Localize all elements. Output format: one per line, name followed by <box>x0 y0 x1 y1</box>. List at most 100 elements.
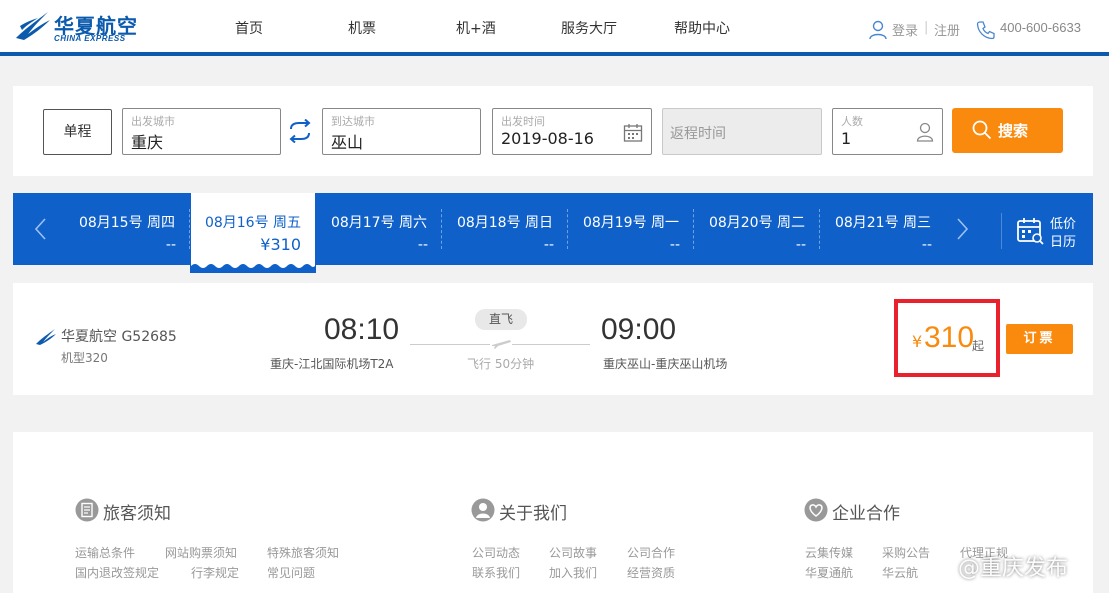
date-option-label: 08月20号 周二 <box>708 215 806 231</box>
footer-link[interactable]: 华夏通航 <box>805 564 853 581</box>
nav-service-hall[interactable]: 服务大厅 <box>561 18 617 38</box>
arrive-airport: 重庆巫山-重庆巫山机场 <box>603 357 728 371</box>
footer-link[interactable]: 加入我们 <box>549 564 597 581</box>
footer-link[interactable]: 公司合作 <box>627 544 675 561</box>
date-option-price: -- <box>921 237 932 253</box>
date-selector-strip: 08月15号 周四 -- 08月16号 周五 ¥310 08月17号 周六 --… <box>13 193 1093 273</box>
return-date-field[interactable]: 返程时间 <box>662 108 822 155</box>
price-highlight-box: ¥ 310 起 <box>894 299 1000 377</box>
date-option-label: 08月17号 周六 <box>330 215 428 231</box>
price-suffix: 起 <box>972 339 985 353</box>
depart-city-field[interactable]: 出发城市 重庆 <box>122 108 281 155</box>
nav-flight-hotel[interactable]: 机+酒 <box>456 18 496 38</box>
phone-icon <box>976 21 995 40</box>
arrive-time: 09:00 <box>601 313 677 346</box>
date-option-label: 08月18号 周日 <box>456 215 554 231</box>
footer-link[interactable]: 联系我们 <box>472 564 520 581</box>
footer-link[interactable]: 网站购票须知 <box>165 544 237 561</box>
depart-date-value: 2019-08-16 <box>501 129 594 148</box>
date-option-price: ¥310 <box>260 235 301 254</box>
footer-link[interactable]: 公司故事 <box>549 544 597 561</box>
passenger-count-field[interactable]: 人数 1 <box>832 108 943 155</box>
airline-flight-number: 华夏航空 G52685 <box>61 329 177 345</box>
date-option[interactable]: 08月17号 周六 -- <box>316 193 442 265</box>
date-option-label: 08月19号 周一 <box>582 215 680 231</box>
date-option-label: 08月15号 周四 <box>78 215 176 231</box>
date-option-label: 08月16号 周五 <box>204 215 302 231</box>
low-price-calendar-label-1: 低价 <box>1050 217 1077 232</box>
plane-icon <box>490 336 512 350</box>
passenger-count-label: 人数 <box>841 115 863 128</box>
date-option[interactable]: 08月15号 周四 -- <box>64 193 190 265</box>
depart-airport: 重庆-江北国际机场T2A <box>270 357 394 371</box>
search-button[interactable]: 搜索 <box>952 108 1063 153</box>
register-link[interactable]: 注册 <box>934 20 960 39</box>
flight-result-card: 华夏航空 G52685 机型320 08:10 重庆-江北国际机场T2A 直飞 … <box>13 283 1093 395</box>
arrive-city-value: 巫山 <box>331 133 364 152</box>
footer-link[interactable]: 行李规定 <box>191 564 239 581</box>
date-option-label: 08月21号 周三 <box>834 215 932 231</box>
nav-home[interactable]: 首页 <box>235 18 263 38</box>
watermark-text: @重庆发布 <box>958 556 1069 581</box>
brand-name-en: CHINA EXPRESS <box>54 34 126 43</box>
low-price-calendar-button[interactable]: 低价 日历 <box>1001 213 1091 250</box>
depart-city-value: 重庆 <box>131 133 164 152</box>
flight-search-panel: 单程 出发城市 重庆 到达城市 巫山 出发时间 2019-08-16 返程时间 … <box>13 86 1093 176</box>
weibo-logo-icon <box>923 555 953 578</box>
footer-section-title: 企业合作 <box>832 504 900 524</box>
bird-logo-icon <box>16 12 50 40</box>
wave-edge-decoration <box>191 264 315 272</box>
user-icon <box>869 20 887 40</box>
footer-link[interactable]: 国内退改签规定 <box>75 564 159 581</box>
calendar-icon <box>1017 218 1044 245</box>
nav-help-center[interactable]: 帮助中心 <box>674 18 730 38</box>
direct-flight-badge: 直飞 <box>475 309 527 330</box>
site-header: 华夏航空 CHINA EXPRESS 首页 机票 机+酒 服务大厅 帮助中心 登… <box>0 0 1109 56</box>
footer-section-title: 旅客须知 <box>103 504 171 524</box>
footer-link[interactable]: 常见问题 <box>267 564 315 581</box>
arrive-city-label: 到达城市 <box>331 115 375 128</box>
depart-time: 08:10 <box>324 313 400 346</box>
date-option[interactable]: 08月18号 周日 -- <box>442 193 568 265</box>
calendar-icon <box>623 124 643 142</box>
book-ticket-button[interactable]: 订票 <box>1006 324 1073 354</box>
footer-link[interactable]: 特殊旅客须知 <box>267 544 339 561</box>
passenger-count-value: 1 <box>841 129 852 148</box>
depart-date-field[interactable]: 出发时间 2019-08-16 <box>492 108 652 155</box>
nav-tickets[interactable]: 机票 <box>348 18 376 38</box>
hotline-number: 400-600-6633 <box>1000 20 1081 35</box>
search-icon <box>972 120 992 140</box>
depart-city-label: 出发城市 <box>131 115 175 128</box>
depart-date-label: 出发时间 <box>501 115 545 128</box>
date-option[interactable]: 08月19号 周一 -- <box>568 193 694 265</box>
footer-section-title: 关于我们 <box>499 504 567 524</box>
date-option-price: -- <box>417 237 428 253</box>
date-option[interactable]: 08月21号 周三 -- <box>820 193 946 265</box>
price-value: 310 <box>924 321 975 354</box>
footer-link[interactable]: 公司动态 <box>472 544 520 561</box>
footer-link[interactable]: 华云航 <box>882 564 918 581</box>
footer-link[interactable]: 运输总条件 <box>75 544 135 561</box>
trip-type-button[interactable]: 单程 <box>43 109 112 155</box>
date-option-selected[interactable]: 08月16号 周五 ¥310 <box>190 193 316 273</box>
search-button-label: 搜索 <box>998 122 1029 140</box>
footer-link[interactable]: 云集传媒 <box>805 544 853 561</box>
brand-logo[interactable]: 华夏航空 CHINA EXPRESS <box>14 8 139 46</box>
price-currency: ¥ <box>912 332 923 351</box>
chevron-right-icon[interactable] <box>952 217 972 241</box>
airline-logo-icon <box>36 329 56 345</box>
date-option-price: -- <box>165 237 176 253</box>
date-option[interactable]: 08月20号 周二 -- <box>694 193 820 265</box>
date-option-price: -- <box>795 237 806 253</box>
aircraft-type: 机型320 <box>61 351 108 365</box>
heart-icon <box>804 498 828 522</box>
chevron-left-icon[interactable] <box>31 217 51 241</box>
swap-cities-icon[interactable] <box>287 119 313 143</box>
low-price-calendar-label-2: 日历 <box>1050 235 1077 250</box>
document-icon <box>75 498 99 522</box>
date-option-price: -- <box>543 237 554 253</box>
arrive-city-field[interactable]: 到达城市 巫山 <box>322 108 481 155</box>
login-link[interactable]: 登录 <box>892 20 918 39</box>
person-icon <box>916 122 934 142</box>
footer-link[interactable]: 经营资质 <box>627 564 675 581</box>
